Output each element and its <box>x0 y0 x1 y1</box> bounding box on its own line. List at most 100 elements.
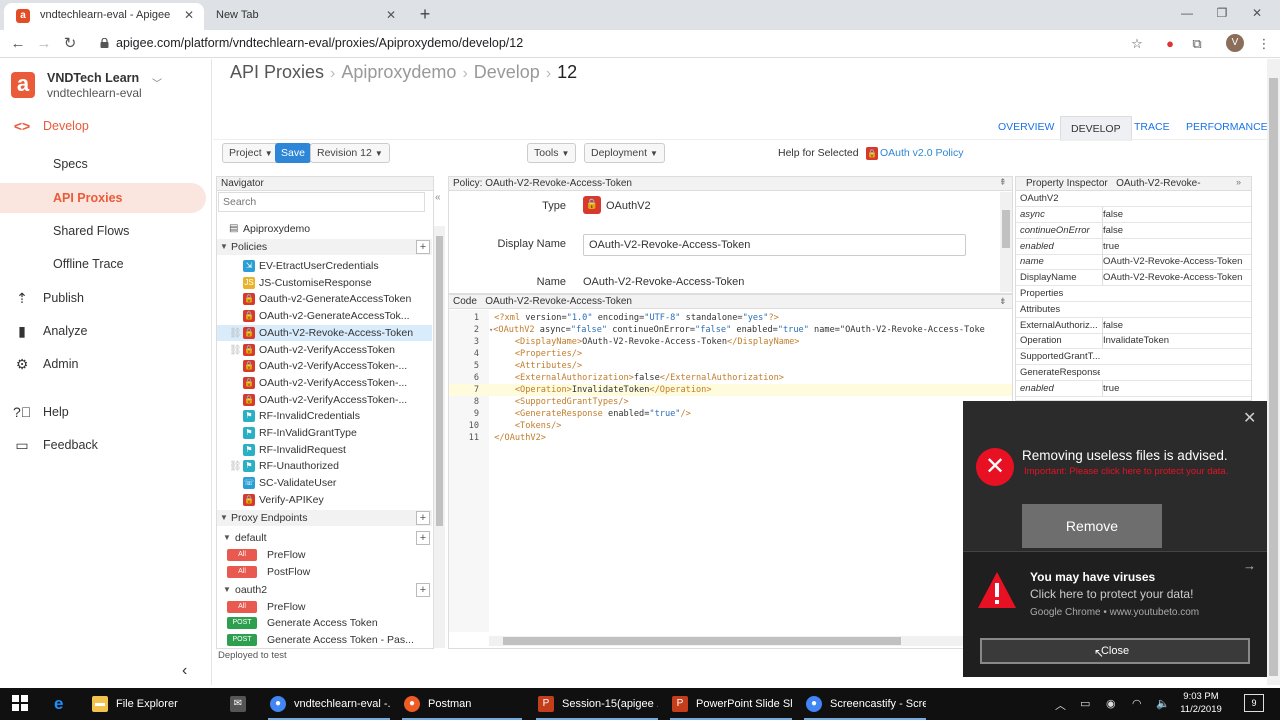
taskbar-item-powerpoint-1[interactable]: P Session-15(apigee ... <box>536 688 658 720</box>
code-line[interactable]: 11 </OAuthV2> <box>449 432 1012 444</box>
policy-item[interactable]: ⛓ 🔒 OAuth-V2-Revoke-Access-Token <box>217 324 432 341</box>
project-dropdown[interactable]: Project ▼ <box>222 143 280 163</box>
flow-item[interactable]: All PreFlow <box>217 599 432 615</box>
extension-icon[interactable]: ● <box>1161 35 1179 53</box>
tab-develop[interactable]: DEVELOP <box>1060 116 1132 141</box>
sidebar-item-api-proxies[interactable]: API Proxies <box>0 183 206 213</box>
policy-item[interactable]: ⛓ 🔒 OAuth-v2-VerifyAccessToken <box>217 342 432 358</box>
inspector-row[interactable]: GenerateResponse <box>1016 365 1251 381</box>
inspector-row[interactable]: Operation InvalidateToken <box>1016 333 1251 350</box>
chevron-down-icon[interactable]: ﹀ <box>152 75 162 90</box>
code-line[interactable]: 2 ▾<OAuthV2 async="false" continueOnError… <box>449 324 1012 336</box>
add-endpoint-icon[interactable]: + <box>416 511 430 525</box>
tab-overview[interactable]: OVERVIEW <box>998 121 1054 133</box>
endpoint-oauth2[interactable]: ▼ oauth2 + <box>217 582 432 598</box>
inspector-row[interactable]: SupportedGrantT... <box>1016 349 1251 366</box>
popup-subtitle[interactable]: Important: Please click here to protect … <box>1024 466 1228 477</box>
proxy-root[interactable]: ▤ Apiproxydemo <box>217 221 432 237</box>
code-line[interactable]: 7 <Operation>InvalidateToken</Operation> <box>449 384 1012 396</box>
sidebar-item-help[interactable]: ?⃝ Help <box>0 397 212 427</box>
back-icon[interactable]: ← <box>8 34 28 54</box>
policy-item[interactable]: 🔒 OAuth-v2-GenerateAccessTok... <box>217 308 432 324</box>
policy-item[interactable]: ☏ SC-ValidateUser <box>217 475 432 491</box>
collapse-sidebar-icon[interactable]: ‹ <box>182 662 187 680</box>
add-flow-icon[interactable]: + <box>416 583 430 597</box>
close-tab-icon[interactable]: ✕ <box>386 3 396 27</box>
code-scrollbar-thumb[interactable] <box>503 637 901 645</box>
browser-tab-newtab[interactable]: New Tab ✕ <box>206 3 406 30</box>
notifications-icon[interactable]: 9 <box>1244 694 1264 712</box>
maximize-icon[interactable]: ❐ <box>1207 2 1237 24</box>
policy-item[interactable]: ⇲ EV-EtractUserCredentials <box>217 258 432 274</box>
sidebar-item-specs[interactable]: Specs <box>0 149 212 179</box>
policy-item[interactable]: 🔒 Oauth-v2-GenerateAccessToken <box>217 291 432 307</box>
navigator-search-input[interactable] <box>218 192 425 212</box>
close-icon[interactable]: ✕ <box>1243 408 1256 428</box>
policy-item[interactable]: 🔒 OAuth-v2-VerifyAccessToken-... <box>217 358 432 374</box>
code-line[interactable]: 1 <?xml version="1.0" encoding="UTF-8" s… <box>449 312 1012 324</box>
inspector-value[interactable]: true <box>1102 380 1251 396</box>
extension-icon[interactable]: ⧉ <box>1188 35 1206 53</box>
navigator-scrollbar-thumb[interactable] <box>436 236 443 526</box>
antivirus-icon[interactable]: ◉ <box>1106 697 1116 710</box>
page-scrollbar-thumb[interactable] <box>1269 78 1278 676</box>
code-line[interactable]: 6 <ExternalAuthorization>false</External… <box>449 372 1012 384</box>
expand-panel-icon[interactable]: ⇟ <box>999 296 1007 307</box>
org-name[interactable]: VNDTech Learn <box>47 71 139 85</box>
policy-item[interactable]: ⚑ RF-InvalidCredentials <box>217 408 432 424</box>
flow-item[interactable]: All PostFlow <box>217 564 432 580</box>
inspector-value[interactable]: true <box>1102 238 1251 254</box>
browser-tab-apigee[interactable]: a vndtechlearn-eval - Apigee ✕ <box>4 3 204 30</box>
org-id[interactable]: vndtechlearn-eval <box>47 86 142 100</box>
bookmark-star-icon[interactable]: ☆ <box>1128 35 1146 53</box>
proxy-endpoints-section[interactable]: ▼ Proxy Endpoints + <box>217 510 432 526</box>
code-line[interactable]: 4 <Properties/> <box>449 348 1012 360</box>
inspector-row[interactable]: Attributes <box>1016 302 1251 318</box>
policy-scrollbar-thumb[interactable] <box>1002 210 1010 248</box>
edge-icon[interactable]: e <box>54 694 63 714</box>
flow-item[interactable]: POST Generate Access Token - Pas... <box>217 632 432 648</box>
flow-item[interactable]: POST Generate Access Token <box>217 615 432 631</box>
volume-icon[interactable]: 🔈 <box>1156 697 1170 710</box>
address-bar[interactable]: apigee.com/platform/vndtechlearn-eval/pr… <box>116 36 523 50</box>
avatar[interactable]: V <box>1226 34 1244 52</box>
tab-trace[interactable]: TRACE <box>1134 121 1170 133</box>
wifi-icon[interactable]: ◠ <box>1132 697 1142 710</box>
policy-item[interactable]: ⛓ ⚑ RF-Unauthorized <box>217 458 432 474</box>
taskbar-item-postman[interactable]: ● Postman <box>402 688 522 720</box>
flow-item[interactable]: All PreFlow <box>217 547 432 563</box>
endpoint-default[interactable]: ▼ default + <box>217 530 432 546</box>
breadcrumb-proxy[interactable]: Apiproxydemo <box>341 62 456 82</box>
inspector-value[interactable]: false <box>1102 222 1251 238</box>
inspector-row[interactable]: async false <box>1016 207 1251 223</box>
inspector-value[interactable]: false <box>1102 317 1251 333</box>
taskbar-item-file-explorer[interactable]: ▬ File Explorer <box>90 688 212 720</box>
sidebar-item-publish[interactable]: ⇡ Publish <box>0 283 212 313</box>
policy-item[interactable]: 🔒 Verify-APIKey <box>217 492 432 508</box>
taskbar-clock[interactable]: 9:03 PM 11/2/2019 <box>1176 690 1226 716</box>
help-policy-link[interactable]: OAuth v2.0 Policy <box>880 147 963 159</box>
sidebar-item-analyze[interactable]: ▮ Analyze <box>0 316 212 346</box>
inspector-value[interactable]: InvalidateToken <box>1102 333 1251 349</box>
policies-section[interactable]: ▼ Policies + <box>217 239 432 255</box>
taskbar-item-mail[interactable]: ✉ <box>228 688 252 720</box>
add-policy-icon[interactable]: + <box>416 240 430 254</box>
revision-dropdown[interactable]: Revision 12 ▼ <box>310 143 390 163</box>
policy-item[interactable]: JS JS-CustomiseResponse <box>217 275 432 291</box>
tab-performance[interactable]: PERFORMANCE <box>1186 121 1268 133</box>
remove-button[interactable]: Remove <box>1022 504 1162 548</box>
breadcrumb-develop[interactable]: Develop <box>474 62 540 82</box>
sidebar-item-feedback[interactable]: ▭ Feedback <box>0 430 212 460</box>
policy-item[interactable]: 🔒 OAuth-v2-VerifyAccessToken-... <box>217 392 432 408</box>
inspector-value[interactable]: false <box>1102 207 1251 222</box>
save-button[interactable]: Save <box>275 143 311 163</box>
taskbar-item-chrome[interactable]: ● vndtechlearn-eval -... <box>268 688 390 720</box>
expand-inspector-icon[interactable]: » <box>1236 177 1241 187</box>
collapse-navigator-icon[interactable]: « <box>435 192 441 203</box>
policy-item[interactable]: ⚑ RF-InvalidRequest <box>217 442 432 458</box>
add-flow-icon[interactable]: + <box>416 531 430 545</box>
sidebar-item-shared-flows[interactable]: Shared Flows <box>0 216 212 246</box>
collapse-panel-icon[interactable]: ⇞ <box>999 177 1007 188</box>
inspector-row[interactable]: ExternalAuthoriz... false <box>1016 317 1251 334</box>
tray-chevron-up-icon[interactable]: ︿ <box>1055 697 1066 713</box>
